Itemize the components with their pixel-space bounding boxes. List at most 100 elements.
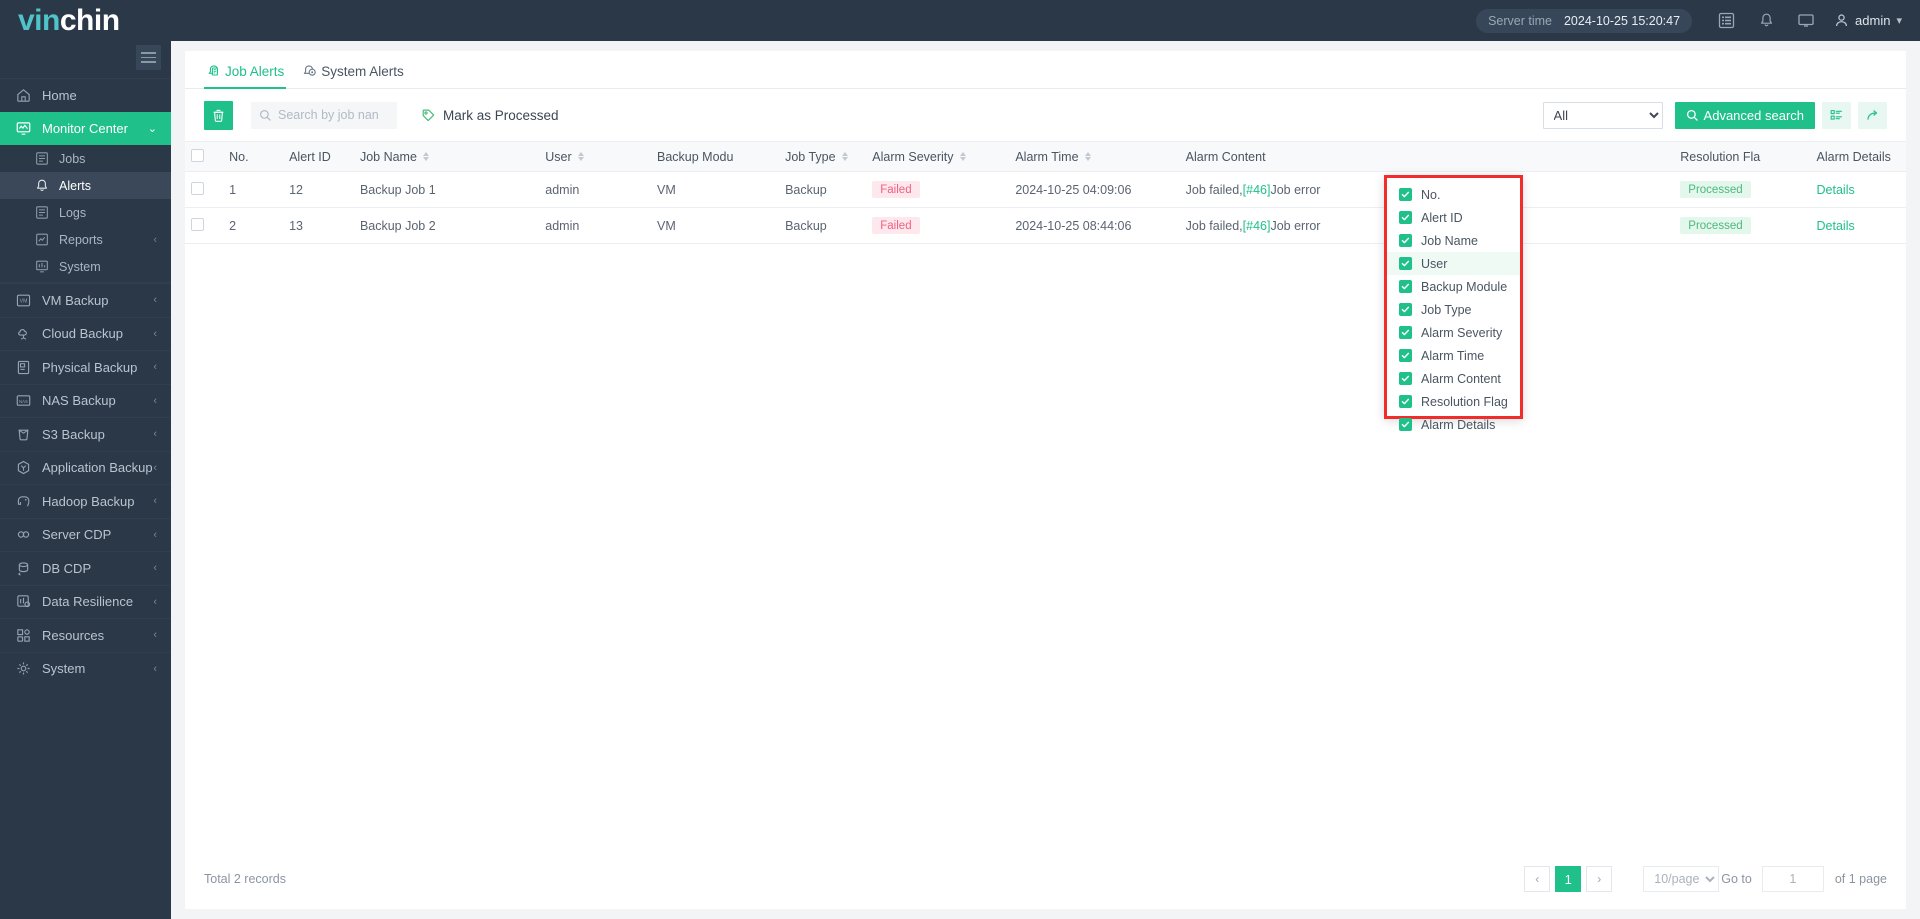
sidebar-item-vm-backup[interactable]: VMVM Backup‹ <box>0 283 171 317</box>
checkbox-checked-icon[interactable] <box>1399 234 1412 247</box>
search-input[interactable] <box>278 108 388 122</box>
sidebar-item-label: VM Backup <box>42 293 153 308</box>
alarm-content-ref[interactable]: [#46] <box>1243 183 1271 197</box>
checkbox-checked-icon[interactable] <box>1399 280 1412 293</box>
column-header-backup_module[interactable]: Backup Modu <box>651 142 779 172</box>
details-link[interactable]: Details <box>1817 219 1855 233</box>
sort-toggle[interactable] <box>842 152 848 161</box>
sidebar-subitem-alerts[interactable]: Alerts <box>0 172 171 199</box>
column-header-alarm_content[interactable]: Alarm Content <box>1180 142 1675 172</box>
column-header-resolution_flag[interactable]: Resolution Fla <box>1674 142 1810 172</box>
column-toggle-alert-id[interactable]: Alert ID <box>1387 206 1520 229</box>
column-toggle-alarm-details[interactable]: Alarm Details <box>1387 413 1520 436</box>
delete-button[interactable] <box>204 101 233 130</box>
list-icon[interactable] <box>1706 0 1746 41</box>
sort-toggle[interactable] <box>960 152 966 161</box>
sidebar: HomeMonitor Center⌄ Jobs AlertsLogsReports… <box>0 41 171 919</box>
app-logo[interactable]: vinchin <box>0 0 210 41</box>
column-toggle-user[interactable]: User <box>1387 252 1520 275</box>
sidebar-item-hadoop-backup[interactable]: Hadoop Backup‹ <box>0 484 171 518</box>
column-header-alert_id[interactable]: Alert ID <box>283 142 354 172</box>
table-row[interactable]: 213Backup Job 2adminVMBackupFailed2024-1… <box>185 208 1906 244</box>
checkbox-checked-icon[interactable] <box>1399 395 1412 408</box>
search-box[interactable] <box>251 102 397 129</box>
sidebar-item-server-cdp[interactable]: Server CDP‹ <box>0 518 171 552</box>
mark-as-processed-button[interactable]: Mark as Processed <box>421 108 559 123</box>
checkbox-checked-icon[interactable] <box>1399 188 1412 201</box>
page-size-select[interactable]: 10/page <box>1643 866 1719 892</box>
column-header-label: Backup Modu <box>657 150 733 164</box>
user-menu[interactable]: admin ▾ <box>1834 13 1902 28</box>
alarm-content-ref[interactable]: [#46] <box>1243 219 1271 233</box>
sidebar-item-resources[interactable]: Resources‹ <box>0 618 171 652</box>
sidebar-item-system[interactable]: System‹ <box>0 652 171 686</box>
column-header-alarm_time[interactable]: Alarm Time <box>1009 142 1179 172</box>
sidebar-subitem-reports[interactable]: Reports‹ <box>0 226 171 253</box>
sidebar-subitem-jobs[interactable]: Jobs <box>0 145 171 172</box>
column-header-alarm_severity[interactable]: Alarm Severity <box>866 142 1009 172</box>
column-header-user[interactable]: User <box>539 142 651 172</box>
details-link[interactable]: Details <box>1817 183 1855 197</box>
monitor-icon[interactable] <box>1786 0 1826 41</box>
sidebar-item-arrow: ‹ <box>153 663 171 675</box>
column-header-no[interactable]: No. <box>223 142 283 172</box>
column-toggle-backup-module[interactable]: Backup Module <box>1387 275 1520 298</box>
next-page-button[interactable]: › <box>1586 866 1612 892</box>
sort-toggle[interactable] <box>423 152 429 161</box>
column-toggle-no[interactable]: No. <box>1387 183 1520 206</box>
row-checkbox[interactable] <box>191 182 204 195</box>
sort-toggle[interactable] <box>578 152 584 161</box>
column-toggle-label: Alert ID <box>1421 211 1463 225</box>
column-toggle-job-type[interactable]: Job Type <box>1387 298 1520 321</box>
column-toggle-resolution-flag[interactable]: Resolution Flag <box>1387 390 1520 413</box>
checkbox-checked-icon[interactable] <box>1399 257 1412 270</box>
column-header-job_type[interactable]: Job Type <box>779 142 866 172</box>
advanced-search-button[interactable]: Advanced search <box>1675 102 1815 129</box>
checkbox-checked-icon[interactable] <box>1399 418 1412 431</box>
goto-page-input[interactable] <box>1762 866 1824 892</box>
sidebar-subitem-label: Jobs <box>59 152 157 166</box>
column-settings-icon[interactable] <box>1822 102 1851 129</box>
sidebar-item-physical-backup[interactable]: Physical Backup‹ <box>0 350 171 384</box>
sidebar-item-s3-backup[interactable]: S3 Backup‹ <box>0 417 171 451</box>
sidebar-item-data-resilience[interactable]: Data Resilience‹ <box>0 585 171 619</box>
column-header-label: Alarm Severity <box>872 150 953 164</box>
checkbox-checked-icon[interactable] <box>1399 372 1412 385</box>
checkbox-checked-icon[interactable] <box>1399 349 1412 362</box>
export-icon[interactable] <box>1858 102 1887 129</box>
column-header-job_name[interactable]: Job Name <box>354 142 539 172</box>
column-chooser-popup[interactable]: No. Alert ID Job NameUserBackup ModuleJob … <box>1384 175 1523 419</box>
table-row[interactable]: 112Backup Job 1adminVMBackupFailed2024-1… <box>185 172 1906 208</box>
toolbar-right-group: All Advanced search <box>1543 102 1887 129</box>
sidebar-item-home[interactable]: Home <box>0 78 171 112</box>
column-toggle-alarm-severity[interactable]: Alarm Severity <box>1387 321 1520 344</box>
hamburger-icon[interactable] <box>136 45 161 70</box>
sidebar-item-application-backup[interactable]: Application Backup‹ <box>0 451 171 485</box>
select-all-checkbox[interactable] <box>191 149 204 162</box>
status-filter-select[interactable]: All <box>1543 102 1663 129</box>
sidebar-subitem-system[interactable]: System <box>0 253 171 280</box>
sort-toggle[interactable] <box>1085 152 1091 161</box>
column-toggle-job-name[interactable]: Job Name <box>1387 229 1520 252</box>
column-toggle-alarm-time[interactable]: Alarm Time <box>1387 344 1520 367</box>
tab-job-alerts[interactable]: Job Alerts <box>204 54 286 88</box>
sidebar-item-monitor-center[interactable]: Monitor Center⌄ <box>0 112 171 146</box>
page-1-button[interactable]: 1 <box>1555 866 1581 892</box>
server-time-value: 2024-10-25 15:20:47 <box>1564 14 1680 28</box>
sidebar-subitem-logs[interactable]: Logs <box>0 199 171 226</box>
bell-icon[interactable] <box>1746 0 1786 41</box>
prev-page-button[interactable]: ‹ <box>1524 866 1550 892</box>
row-checkbox[interactable] <box>191 218 204 231</box>
checkbox-checked-icon[interactable] <box>1399 211 1412 224</box>
sidebar-item-nas-backup[interactable]: NASNAS Backup‹ <box>0 384 171 418</box>
column-header-alarm_details[interactable]: Alarm Details <box>1811 142 1906 172</box>
checkbox-checked-icon[interactable] <box>1399 303 1412 316</box>
sidebar-item-db-cdp[interactable]: DB CDP‹ <box>0 551 171 585</box>
cell-job-name: Backup Job 1 <box>354 172 539 208</box>
tab-system-alerts[interactable]: System Alerts <box>300 54 406 88</box>
sidebar-item-cloud-backup[interactable]: Cloud Backup‹ <box>0 317 171 351</box>
of-pages-label: of 1 page <box>1835 872 1887 886</box>
cell-backup-module: VM <box>651 172 779 208</box>
column-toggle-alarm-content[interactable]: Alarm Content <box>1387 367 1520 390</box>
checkbox-checked-icon[interactable] <box>1399 326 1412 339</box>
